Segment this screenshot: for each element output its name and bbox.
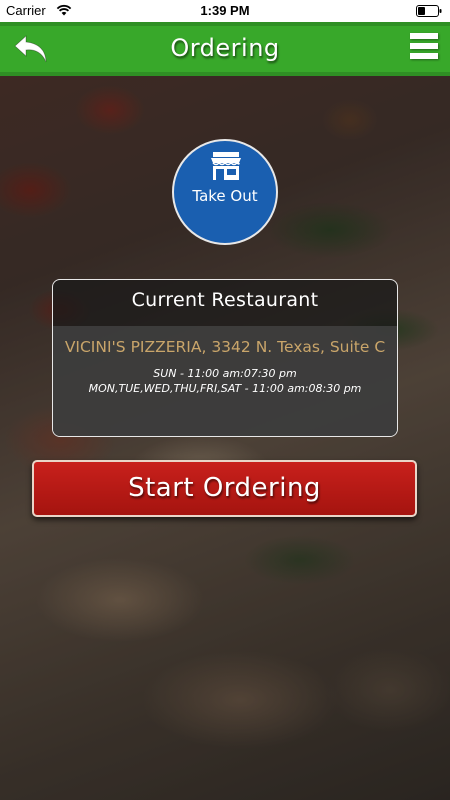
status-time: 1:39 PM — [200, 3, 250, 18]
hamburger-menu-icon[interactable] — [410, 33, 438, 65]
status-bar: Carrier 1:39 PM — [0, 0, 450, 22]
start-ordering-button[interactable]: Start Ordering — [32, 460, 417, 517]
menu-line — [410, 53, 438, 59]
ordering-screen: Carrier 1:39 PM Ordering Take Out Curren… — [0, 0, 450, 800]
app-header: Ordering — [0, 22, 450, 76]
battery-icon — [416, 5, 442, 17]
page-title: Ordering — [170, 34, 280, 62]
restaurant-name: VICINI'S PIZZERIA, 3342 N. Texas, Suite … — [64, 338, 386, 356]
menu-line — [410, 33, 438, 39]
hours-weekdays: MON,TUE,WED,THU,FRI,SAT - 11:00 am:08:30… — [88, 382, 362, 395]
opening-hours: SUN - 11:00 am:07:30 pm MON,TUE,WED,THU,… — [53, 366, 397, 396]
menu-line — [410, 43, 438, 49]
card-title: Current Restaurant — [131, 289, 319, 311]
storefront-icon — [211, 152, 241, 180]
take-out-label: Take Out — [192, 187, 258, 205]
take-out-button[interactable]: Take Out — [172, 139, 278, 245]
restaurant-details: VICINI'S PIZZERIA, 3342 N. Texas, Suite … — [53, 326, 397, 436]
hours-sunday: SUN - 11:00 am:07:30 pm — [153, 367, 297, 380]
current-restaurant-card: Current Restaurant VICINI'S PIZZERIA, 33… — [52, 279, 398, 437]
